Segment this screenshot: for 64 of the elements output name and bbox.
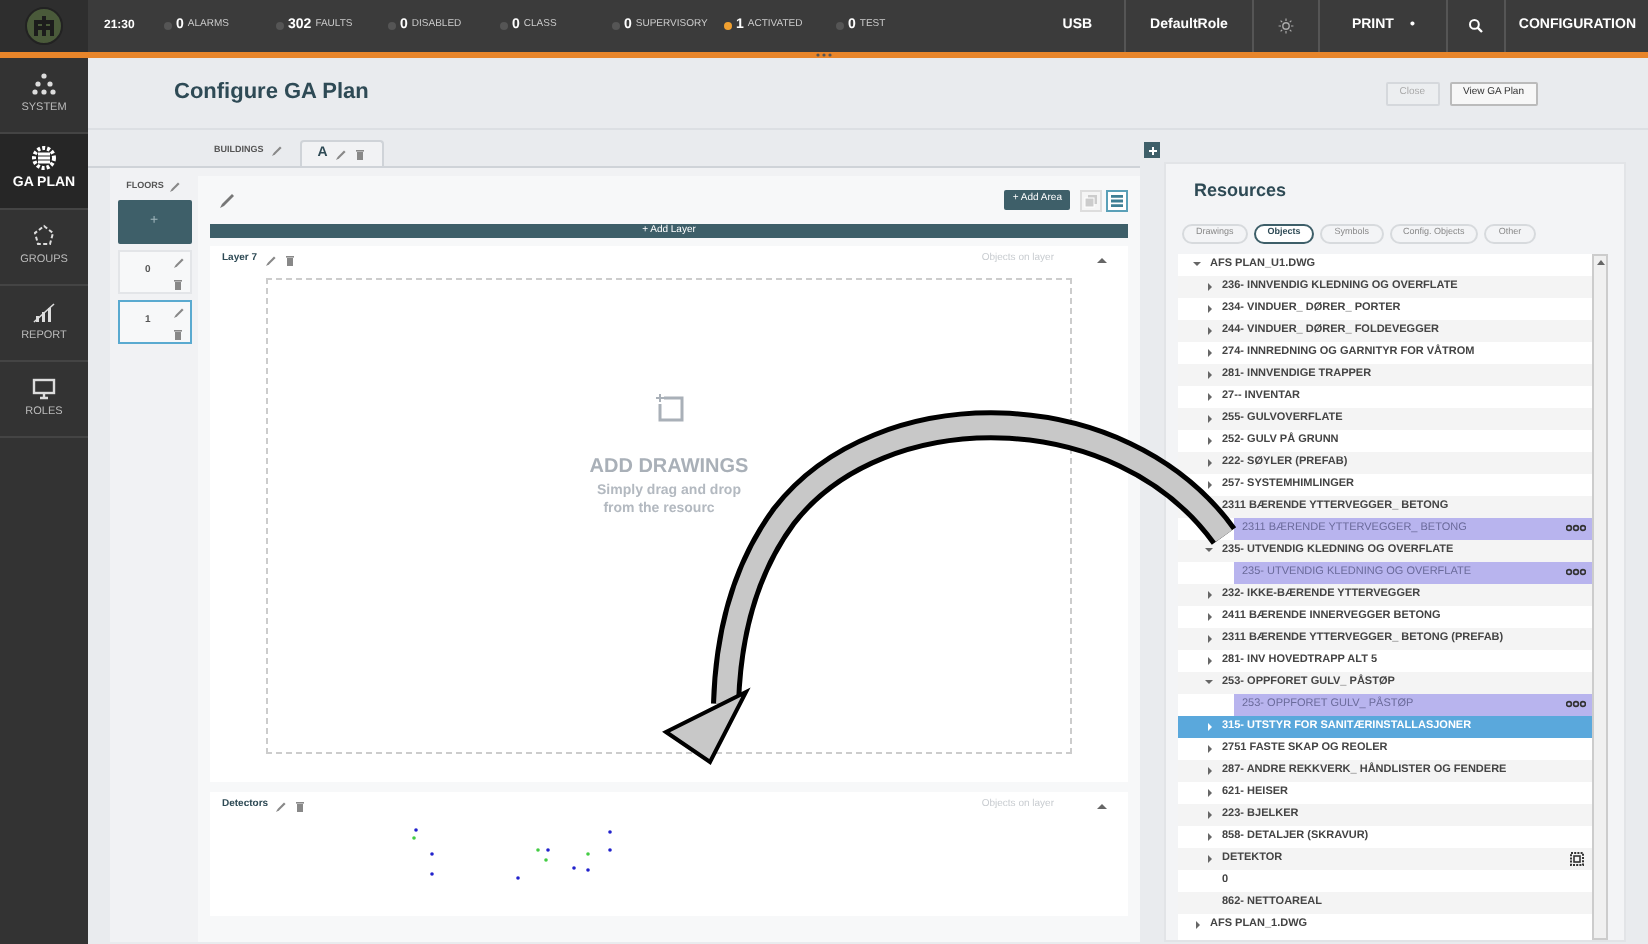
collapsed-caret-icon[interactable]: [1205, 325, 1213, 335]
pencil-icon[interactable]: [167, 180, 182, 194]
collapsed-caret-icon[interactable]: [1205, 589, 1213, 599]
logo-icon: [24, 6, 64, 46]
pencil-icon[interactable]: [171, 306, 185, 320]
collapsed-caret-icon[interactable]: [1205, 611, 1213, 621]
collapsed-caret-icon[interactable]: [1205, 347, 1213, 357]
collapsed-caret-icon[interactable]: [1205, 369, 1213, 379]
monitor-icon: [32, 376, 56, 401]
collapsed-caret-icon[interactable]: [1193, 919, 1201, 929]
pencil-icon[interactable]: [274, 799, 289, 813]
drag-handle-icon[interactable]: [814, 52, 834, 58]
collapse-icon[interactable]: [1096, 256, 1108, 264]
detector-icon: [1570, 851, 1584, 865]
more-icon[interactable]: [1566, 700, 1586, 708]
collapsed-caret-icon[interactable]: [1205, 633, 1213, 643]
collapsed-caret-icon[interactable]: [1205, 787, 1213, 797]
trash-icon[interactable]: [353, 147, 366, 161]
panel-title: Resources: [1192, 178, 1289, 204]
list-icon: [1110, 193, 1124, 207]
trash-icon[interactable]: [171, 278, 183, 292]
add-button[interactable]: [1144, 142, 1160, 158]
brightness-icon[interactable]: [1277, 18, 1294, 34]
drop-title: ADD DRAWINGS: [589, 454, 749, 482]
more-icon[interactable]: [1566, 524, 1586, 532]
pencil-icon[interactable]: [269, 144, 284, 158]
scrollbar[interactable]: [1592, 253, 1608, 940]
collapsed-caret-icon[interactable]: [1205, 655, 1213, 665]
trash-icon[interactable]: [294, 799, 307, 813]
expanded-caret-icon[interactable]: [1204, 546, 1214, 554]
network-icon: [32, 72, 56, 97]
pencil-icon[interactable]: [171, 256, 185, 270]
collapsed-caret-icon[interactable]: [1205, 413, 1213, 423]
stack-icon: [1084, 193, 1098, 207]
collapsed-caret-icon[interactable]: [1205, 281, 1213, 291]
collapsed-caret-icon[interactable]: [1205, 457, 1213, 467]
grid-globe-icon: [32, 146, 56, 171]
bar-chart-icon: [32, 300, 56, 325]
collapse-icon[interactable]: [1096, 802, 1108, 810]
pencil-icon[interactable]: [333, 147, 348, 161]
collapsed-caret-icon[interactable]: [1205, 391, 1213, 401]
collapsed-caret-icon[interactable]: [1205, 303, 1213, 313]
search-icon: [1468, 18, 1485, 34]
trash-icon[interactable]: [283, 253, 296, 267]
expanded-caret-icon[interactable]: [1204, 678, 1214, 686]
more-icon[interactable]: [1566, 568, 1586, 576]
add-frame-icon: [653, 392, 685, 424]
trash-icon[interactable]: [171, 328, 183, 342]
pencil-icon[interactable]: [263, 253, 278, 267]
collapsed-caret-icon[interactable]: [1205, 721, 1213, 731]
list-view-button[interactable]: [1106, 189, 1128, 211]
scroll-up-icon[interactable]: [1595, 257, 1605, 265]
collapsed-caret-icon[interactable]: [1205, 479, 1213, 489]
collapsed-caret-icon[interactable]: [1205, 435, 1213, 445]
collapsed-caret-icon[interactable]: [1205, 853, 1213, 863]
pentagon-icon: [32, 224, 56, 249]
collapsed-caret-icon[interactable]: [1205, 809, 1213, 819]
page-title: Configure GA Plan: [174, 78, 369, 109]
collapsed-caret-icon[interactable]: [1205, 765, 1213, 775]
collapsed-caret-icon[interactable]: [1205, 831, 1213, 841]
collapsed-caret-icon[interactable]: [1205, 743, 1213, 753]
expanded-caret-icon[interactable]: [1192, 260, 1202, 268]
pencil-icon[interactable]: [218, 191, 236, 209]
plus-icon: [1147, 145, 1157, 155]
